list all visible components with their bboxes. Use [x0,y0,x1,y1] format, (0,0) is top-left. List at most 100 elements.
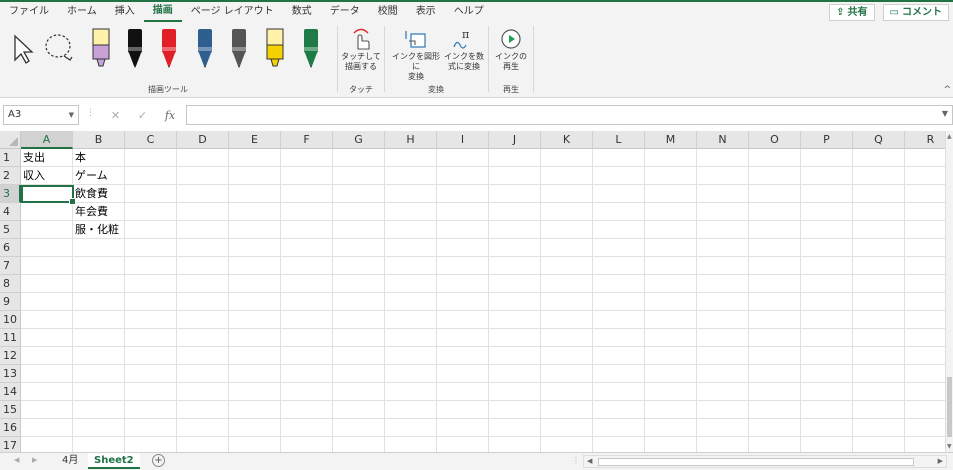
column-header[interactable]: L [593,131,645,149]
ink-to-math-button[interactable]: π インクを数 式に変換 [443,26,485,72]
row-header[interactable]: 14 [0,383,21,401]
comment-button[interactable]: ▭ コメント [882,4,949,21]
ribbon-tab[interactable]: データ [321,2,369,22]
scroll-down-icon[interactable]: ▼ [947,443,952,450]
add-sheet-button[interactable]: + [152,454,165,467]
row-header[interactable]: 12 [0,347,21,365]
column-header[interactable]: Q [853,131,905,149]
row-header[interactable]: 4 [0,203,21,221]
column-header[interactable]: R [905,131,945,149]
row-header[interactable]: 15 [0,401,21,419]
ink-replay-button[interactable]: インクの 再生 [491,26,531,72]
column-header[interactable]: H [385,131,437,149]
share-button[interactable]: ⇪ 共有 [829,4,875,21]
column-header[interactable]: D [177,131,229,149]
row-header[interactable]: 5 [0,221,21,239]
ribbon-tab[interactable]: 校閲 [369,2,407,22]
column-header[interactable]: N [697,131,749,149]
row-header[interactable]: 3 [0,185,21,203]
column-header[interactable]: O [749,131,801,149]
pen-button[interactable] [258,26,292,70]
vertical-scrollbar[interactable]: ▲ ▼ [945,131,953,452]
select-tool-button[interactable] [6,26,40,70]
scroll-left-icon[interactable]: ◀ [587,457,592,465]
pen-button[interactable] [152,26,186,70]
row-header[interactable]: 6 [0,239,21,257]
row-header[interactable]: 10 [0,311,21,329]
row-header[interactable]: 8 [0,275,21,293]
cell-b4[interactable]: 年会費 [73,203,108,221]
cancel-icon[interactable]: ✕ [111,109,120,122]
column-header[interactable]: M [645,131,697,149]
vertical-scroll-thumb[interactable] [947,377,952,437]
column-header[interactable]: J [489,131,541,149]
column-header[interactable]: I [437,131,489,149]
ribbon-tab[interactable]: ヘルプ [445,2,493,22]
column-header[interactable]: E [229,131,281,149]
column-header[interactable]: B [73,131,125,149]
cell-a2[interactable]: 収入 [21,167,45,185]
row-header[interactable]: 17 [0,437,21,452]
pen-button[interactable] [188,26,222,70]
row-header[interactable]: 2 [0,167,21,185]
column-header[interactable]: K [541,131,593,149]
pen-button[interactable] [118,26,152,70]
cell-a1[interactable]: 支出 [21,149,45,167]
cell-area[interactable] [21,149,945,452]
row-header[interactable]: 11 [0,329,21,347]
cell-b3[interactable]: 飲食費 [73,185,108,203]
ribbon-tab[interactable]: 挿入 [106,2,144,22]
touch-draw-label-2: 描画する [345,62,377,71]
next-sheet-icon[interactable]: ▶ [32,456,37,464]
pen-button[interactable] [222,26,256,70]
formula-bar-grip-icon[interactable]: ⋮ [86,108,95,118]
pen-button[interactable] [294,26,328,70]
pen-icon [304,29,318,68]
column-header[interactable]: A [21,131,73,149]
ink-replay-label-2: 再生 [503,62,519,71]
tab-split-grip-icon[interactable]: ⋮ [572,456,580,465]
cell-b5[interactable]: 服・化粧 [73,221,119,239]
sheet-tab[interactable]: Sheet2 [88,453,140,469]
insert-function-icon[interactable]: fx [165,109,175,122]
ink-to-shape-button[interactable]: インクを図形に 変換 [389,26,443,82]
row-header[interactable]: 13 [0,365,21,383]
lasso-tool-button[interactable] [42,26,76,70]
horizontal-scrollbar[interactable]: ◀ ▶ [583,455,947,468]
select-all-button[interactable] [0,131,21,149]
sheet-tab[interactable]: 4月 [56,453,84,469]
row-header[interactable]: 1 [0,149,21,167]
scroll-right-icon[interactable]: ▶ [938,457,943,465]
pen-button[interactable] [84,26,118,70]
ribbon-tab[interactable]: ファイル [0,2,58,22]
column-header[interactable]: G [333,131,385,149]
row-header[interactable]: 9 [0,293,21,311]
expand-formula-bar-icon[interactable]: ▼ [942,109,948,118]
spreadsheet-grid[interactable]: A B C D E F G H I J K L M N O P Q R 1 2 3 4 5 6 7 8 9 10 11 12 13 14 15 1… [0,131,945,452]
formula-input[interactable]: ▼ [186,105,953,125]
cell-b1[interactable]: 本 [73,149,86,167]
ribbon-tab[interactable]: 数式 [283,2,321,22]
touch-draw-button[interactable]: タッチして 描画する [340,26,382,72]
column-header[interactable]: P [801,131,853,149]
collapse-ribbon-icon[interactable]: ^ [943,85,951,95]
ribbon-tab[interactable]: 描画 [143,2,182,22]
chevron-down-icon[interactable]: ▼ [69,106,74,124]
prev-sheet-icon[interactable]: ◀ [14,456,19,464]
active-cell-cursor[interactable] [21,185,76,205]
name-box[interactable]: A3 ▼ [3,105,79,125]
pointer-arrow-icon [14,34,34,64]
ribbon-tab[interactable]: ページ レイアウト [182,2,283,22]
row-header[interactable]: 16 [0,419,21,437]
cell-b2[interactable]: ゲーム [73,167,108,185]
scroll-up-icon[interactable]: ▲ [947,133,952,140]
row-header[interactable]: 7 [0,257,21,275]
column-header[interactable]: F [281,131,333,149]
pen-icon [162,29,176,68]
column-header[interactable]: C [125,131,177,149]
ribbon-tab[interactable]: ホーム [58,2,106,22]
confirm-icon[interactable]: ✓ [138,109,147,122]
horizontal-scroll-thumb[interactable] [598,458,914,466]
draw-tools-label: 描画ツール [148,85,188,94]
ribbon-tab[interactable]: 表示 [407,2,445,22]
